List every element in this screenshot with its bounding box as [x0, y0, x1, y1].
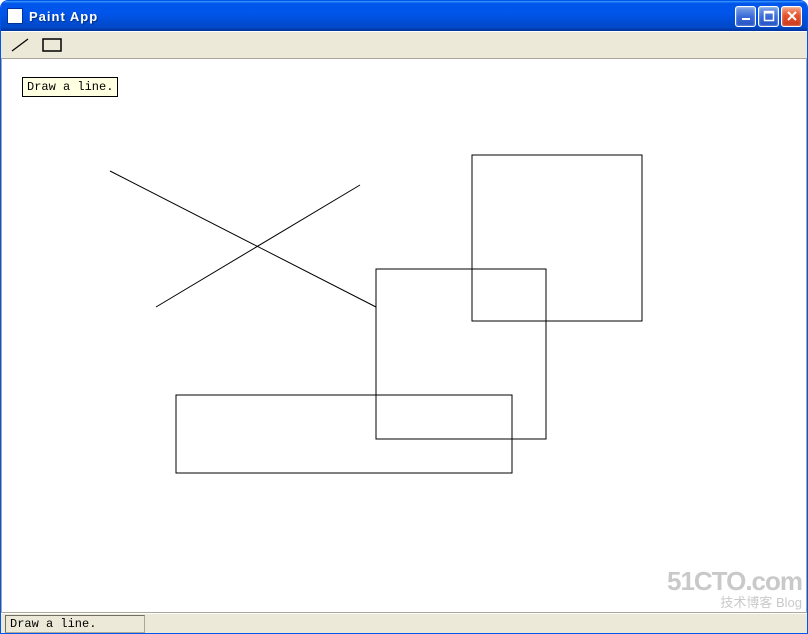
canvas-shape — [176, 395, 512, 473]
titlebar[interactable]: Paint App — [1, 1, 807, 31]
close-button[interactable] — [781, 6, 802, 27]
canvas-shape — [472, 155, 642, 321]
canvas-shape — [156, 185, 360, 307]
line-icon — [9, 36, 31, 54]
tooltip: Draw a line. — [22, 77, 118, 97]
toolbar — [1, 31, 807, 59]
rect-tool-button[interactable] — [37, 34, 67, 56]
rect-icon — [41, 36, 63, 54]
minimize-button[interactable] — [735, 6, 756, 27]
close-icon — [786, 10, 798, 22]
canvas[interactable]: Draw a line. — [1, 59, 807, 613]
drawing-surface — [2, 59, 806, 612]
window-title: Paint App — [29, 9, 735, 24]
app-window: Paint App — [0, 0, 808, 634]
canvas-shape — [110, 171, 376, 307]
app-icon — [7, 8, 23, 24]
window-controls — [735, 6, 802, 27]
canvas-shape — [376, 269, 546, 439]
line-tool-button[interactable] — [5, 34, 35, 56]
statusbar: Draw a line. — [1, 613, 807, 633]
status-text: Draw a line. — [5, 615, 145, 633]
maximize-button[interactable] — [758, 6, 779, 27]
minimize-icon — [740, 10, 752, 22]
maximize-icon — [763, 10, 775, 22]
